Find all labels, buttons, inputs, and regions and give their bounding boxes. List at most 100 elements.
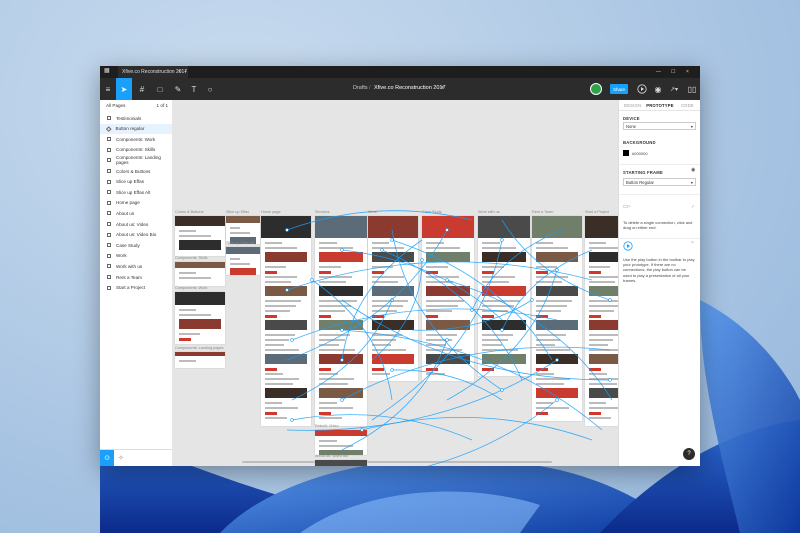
frame-label[interactable]: Start a Project — [585, 210, 609, 214]
frame-label[interactable]: About us: Video Bio — [315, 454, 348, 458]
comment-tool-icon[interactable]: ○ — [202, 78, 218, 100]
page-item[interactable]: Case Study — [100, 240, 172, 250]
frame-text-line — [179, 314, 212, 316]
connection-wire[interactable] — [342, 399, 558, 466]
frame-text-line — [372, 242, 389, 244]
library-book-icon[interactable]: ▯▯ — [684, 78, 700, 100]
frame[interactable] — [226, 247, 260, 275]
tab-design[interactable]: DESIGN — [619, 100, 646, 110]
page-item[interactable]: About us — [100, 208, 172, 218]
page-item[interactable]: Components: Skills — [100, 145, 172, 155]
frame-label[interactable]: Work — [368, 210, 377, 214]
page-item[interactable]: Home page — [100, 198, 172, 208]
frame[interactable] — [315, 460, 367, 466]
pages-header[interactable]: All Pages 1 of 1 — [106, 103, 168, 108]
main-menu-icon[interactable]: ≡ — [100, 78, 116, 100]
eye-icon[interactable]: ◉ — [691, 167, 695, 173]
page-item[interactable]: Components: Work — [100, 134, 172, 144]
page-item[interactable]: Slice up Effas — [100, 177, 172, 187]
frame[interactable] — [478, 216, 530, 376]
page-item[interactable]: Colors & Buttons — [100, 166, 172, 176]
share-button[interactable]: Share — [610, 84, 628, 94]
assets-icon[interactable]: ✧ — [118, 454, 124, 462]
view-eye-icon[interactable]: ◉ — [650, 78, 666, 100]
background-swatch[interactable] — [623, 150, 629, 156]
close-tip-icon[interactable]: × — [691, 240, 694, 246]
frame[interactable] — [422, 216, 474, 381]
frame-label[interactable]: Slice up Effas Alt — [226, 241, 254, 245]
tab-prototype[interactable]: PROTOTYPE — [646, 100, 674, 110]
frame-label[interactable]: Rebuilt: Video — [315, 424, 339, 428]
file-menu-chevron-icon[interactable]: ▾ — [441, 85, 444, 91]
layers-icon[interactable]: ⊙ — [100, 450, 114, 466]
frame[interactable] — [261, 216, 311, 426]
frame[interactable] — [315, 216, 367, 426]
new-tab-icon[interactable]: + — [184, 69, 187, 75]
maximize-icon[interactable]: ☐ — [671, 69, 675, 75]
tab-close-icon[interactable]: × — [178, 69, 181, 75]
frame[interactable] — [315, 430, 367, 455]
starting-frame-value: Button Regular — [626, 179, 654, 185]
page-item[interactable]: Rent a Team — [100, 272, 172, 282]
frame-label[interactable]: Colors & Buttons — [175, 210, 204, 214]
frame-label[interactable]: Components: Work — [175, 286, 207, 290]
page-item[interactable]: Start a Project — [100, 283, 172, 293]
minimize-icon[interactable]: — — [656, 69, 661, 75]
frame-label[interactable]: Rent a Team — [532, 210, 553, 214]
canvas[interactable]: Colors & Buttons Slice up Effas Home page S… — [172, 100, 618, 466]
frame[interactable] — [226, 216, 260, 244]
left-panel-footer: ⊙ ✧ — [100, 449, 172, 466]
horizontal-scrollbar[interactable] — [242, 461, 552, 463]
frame-text-line — [589, 402, 607, 404]
frame-tool-icon[interactable]: # — [134, 78, 150, 100]
connection-handle[interactable] — [310, 278, 314, 282]
frame[interactable] — [175, 292, 225, 344]
background-value[interactable]: #000000 — [632, 151, 700, 156]
starting-frame-heading: STARTING FRAME — [623, 170, 663, 175]
frame-label[interactable]: Slice up Effas — [226, 210, 249, 214]
connection-handle[interactable] — [500, 388, 504, 392]
page-item[interactable]: Slice up Effas Alt — [100, 187, 172, 197]
frame-label[interactable]: Components: Landing pages — [175, 346, 224, 350]
frame-text-line — [426, 349, 463, 351]
page-item[interactable]: Work with us — [100, 261, 172, 271]
frame-label[interactable]: Home page — [261, 210, 281, 214]
frame-icon — [107, 275, 111, 279]
frame-label[interactable]: Work with us — [478, 210, 500, 214]
shape-tool-icon[interactable]: □ — [152, 78, 168, 100]
page-item[interactable]: About us: Video — [100, 219, 172, 229]
frame-image — [482, 320, 526, 330]
close-window-icon[interactable]: × — [686, 69, 689, 75]
pen-tool-icon[interactable]: ✎ — [170, 78, 186, 100]
frame-label[interactable]: Services — [315, 210, 330, 214]
breadcrumb-folder[interactable]: Drafts — [353, 85, 368, 91]
page-item[interactable]: Components: Landing pages — [100, 155, 172, 165]
frame-text-line — [536, 378, 570, 380]
frame-label[interactable]: Components: Skills — [175, 256, 208, 260]
device-select[interactable]: None ▾ — [623, 122, 696, 130]
frame[interactable] — [175, 216, 225, 256]
app-grid-icon[interactable]: ▦ — [104, 67, 110, 74]
page-item[interactable]: Testimonials — [100, 113, 172, 123]
frame[interactable] — [175, 352, 225, 368]
zoom-menu-icon[interactable]: ↗▾ — [666, 78, 682, 100]
dismiss-tip-icon[interactable]: ✓ — [691, 204, 695, 210]
frame[interactable] — [368, 216, 418, 381]
frame[interactable] — [585, 216, 618, 426]
present-play-icon[interactable] — [634, 78, 650, 100]
move-tool-icon[interactable]: ➤ — [116, 78, 132, 100]
page-item[interactable]: Button regular — [100, 123, 172, 134]
text-tool-icon[interactable]: T — [186, 78, 202, 100]
page-item-label: Work — [116, 253, 127, 259]
frame[interactable] — [532, 216, 582, 421]
file-name[interactable]: Xfive.co Reconstruction 2017 — [374, 85, 446, 91]
page-item[interactable]: Work — [100, 251, 172, 261]
frame-text-line — [319, 266, 342, 268]
frame[interactable] — [175, 262, 225, 286]
tab-code[interactable]: CODE — [674, 100, 700, 110]
avatar[interactable] — [590, 83, 602, 95]
page-item[interactable]: About us: Video Bio — [100, 230, 172, 240]
starting-frame-select[interactable]: Button Regular ▾ — [623, 178, 696, 186]
help-icon[interactable]: ? — [683, 448, 695, 460]
frame-label[interactable]: Case Study — [422, 210, 442, 214]
